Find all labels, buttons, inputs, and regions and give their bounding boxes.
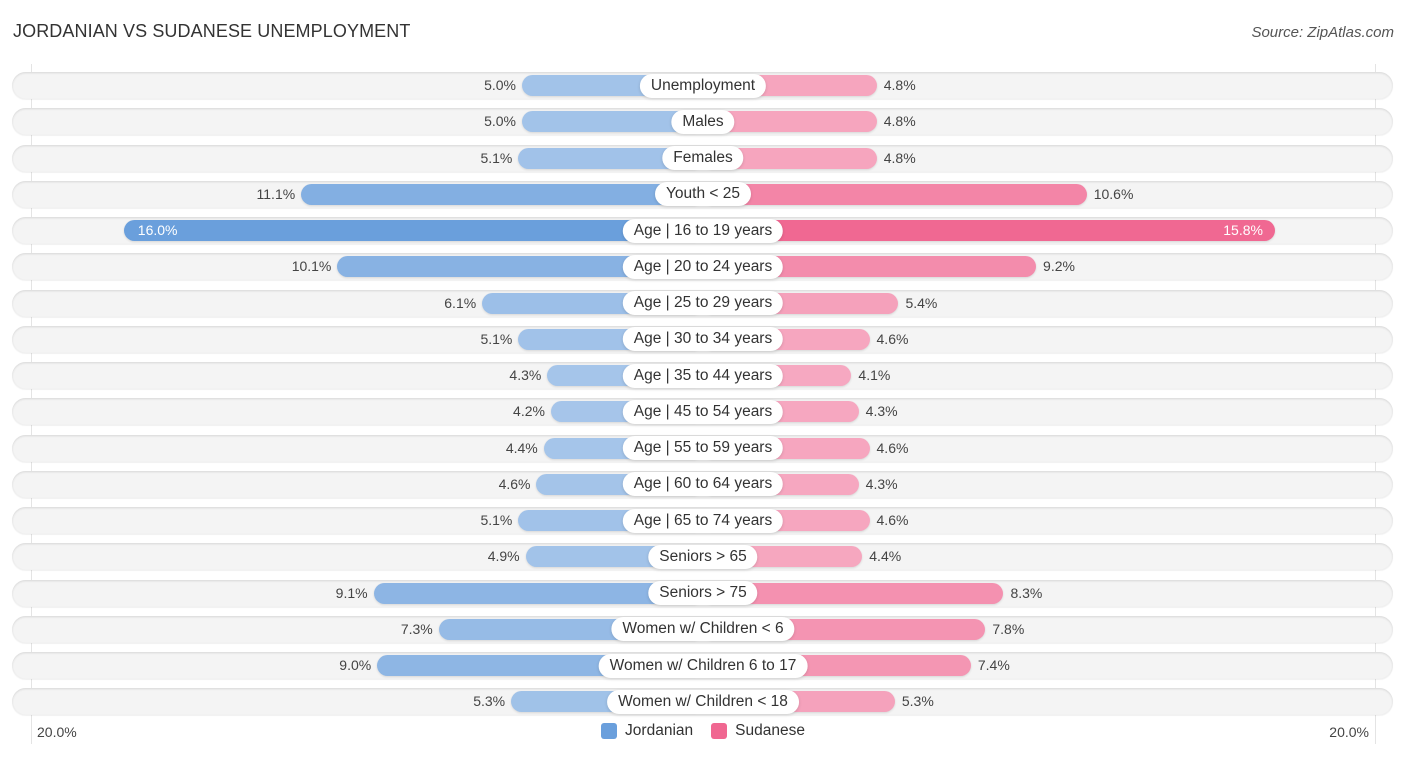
category-label: Age | 45 to 54 years [622, 399, 784, 424]
value-label-jordanian: 6.1% [444, 294, 477, 311]
category-label: Age | 30 to 34 years [622, 327, 784, 352]
value-label-sudanese: 7.4% [977, 657, 1010, 673]
value-label-sudanese: 4.4% [869, 548, 902, 565]
value-label-sudanese: 4.3% [865, 475, 898, 492]
value-label-sudanese: 5.4% [905, 294, 938, 311]
value-label-jordanian: 4.9% [487, 548, 520, 565]
category-label: Age | 65 to 74 years [622, 508, 784, 533]
category-label: Age | 60 to 64 years [622, 472, 784, 497]
value-label-jordanian: 9.1% [335, 584, 368, 601]
category-label: Women w/ Children < 6 [611, 617, 795, 642]
bar-jordanian[interactable] [301, 183, 703, 205]
value-label-sudanese: 4.8% [883, 113, 916, 130]
value-label-sudanese: 7.8% [992, 620, 1025, 637]
value-label-sudanese: 5.3% [901, 693, 934, 710]
value-label-sudanese: 4.6% [876, 512, 909, 528]
legend-item-sudanese[interactable]: Sudanese [711, 722, 805, 740]
category-label: Seniors > 75 [648, 581, 758, 605]
value-label-jordanian: 5.1% [480, 330, 513, 347]
value-label-jordanian: 10.1% [291, 258, 332, 275]
value-label-jordanian: 4.4% [505, 439, 538, 456]
category-label: Youth < 25 [655, 182, 751, 207]
value-label-sudanese: 8.3% [1010, 584, 1043, 601]
category-label: Age | 16 to 19 years [622, 218, 784, 243]
bar-sudanese[interactable] [703, 220, 1275, 241]
value-label-jordanian: 16.0% [137, 222, 178, 238]
legend: Jordanian Sudanese [0, 722, 1406, 740]
category-label: Women w/ Children 6 to 17 [598, 653, 808, 678]
legend-item-jordanian[interactable]: Jordanian [601, 722, 693, 740]
category-label: Unemployment [639, 73, 767, 98]
category-label: Women w/ Children < 18 [607, 689, 799, 714]
category-label: Females [662, 146, 744, 170]
value-label-jordanian: 9.0% [339, 657, 372, 673]
category-label: Males [671, 109, 735, 134]
legend-swatch-jordanian [601, 723, 618, 739]
chart-title: JORDANIAN VS SUDANESE UNEMPLOYMENT [13, 21, 411, 41]
bar-jordanian[interactable] [123, 220, 703, 241]
value-label-jordanian: 5.0% [484, 113, 516, 130]
value-label-jordanian: 5.1% [480, 149, 513, 166]
value-label-sudanese: 4.6% [876, 439, 909, 456]
value-label-sudanese: 15.8% [1223, 222, 1263, 238]
category-label: Age | 25 to 29 years [622, 291, 784, 315]
legend-label-jordanian: Jordanian [625, 722, 694, 739]
source-credit: Source: ZipAtlas.com [1251, 24, 1394, 41]
value-label-sudanese: 4.8% [883, 149, 916, 166]
value-label-jordanian: 4.3% [509, 367, 542, 383]
value-label-sudanese: 4.1% [858, 367, 891, 383]
value-label-sudanese: 4.8% [883, 77, 916, 93]
value-label-jordanian: 5.3% [473, 693, 506, 710]
legend-swatch-sudanese [711, 723, 728, 739]
legend-label-sudanese: Sudanese [735, 722, 805, 739]
value-label-sudanese: 9.2% [1043, 258, 1075, 275]
category-label: Seniors > 65 [648, 544, 758, 569]
value-label-sudanese: 4.6% [876, 330, 909, 347]
category-label: Age | 35 to 44 years [622, 363, 784, 388]
value-label-jordanian: 4.2% [513, 403, 545, 420]
bar-sudanese[interactable] [703, 183, 1087, 205]
value-label-jordanian: 5.0% [484, 77, 516, 93]
value-label-jordanian: 7.3% [400, 620, 433, 637]
value-label-jordanian: 4.6% [498, 475, 531, 492]
value-label-jordanian: 11.1% [256, 185, 296, 202]
value-label-jordanian: 5.1% [480, 512, 513, 528]
value-label-sudanese: 4.3% [865, 403, 898, 420]
value-label-sudanese: 10.6% [1093, 185, 1134, 202]
category-label: Age | 55 to 59 years [622, 436, 784, 460]
category-label: Age | 20 to 24 years [622, 254, 784, 279]
